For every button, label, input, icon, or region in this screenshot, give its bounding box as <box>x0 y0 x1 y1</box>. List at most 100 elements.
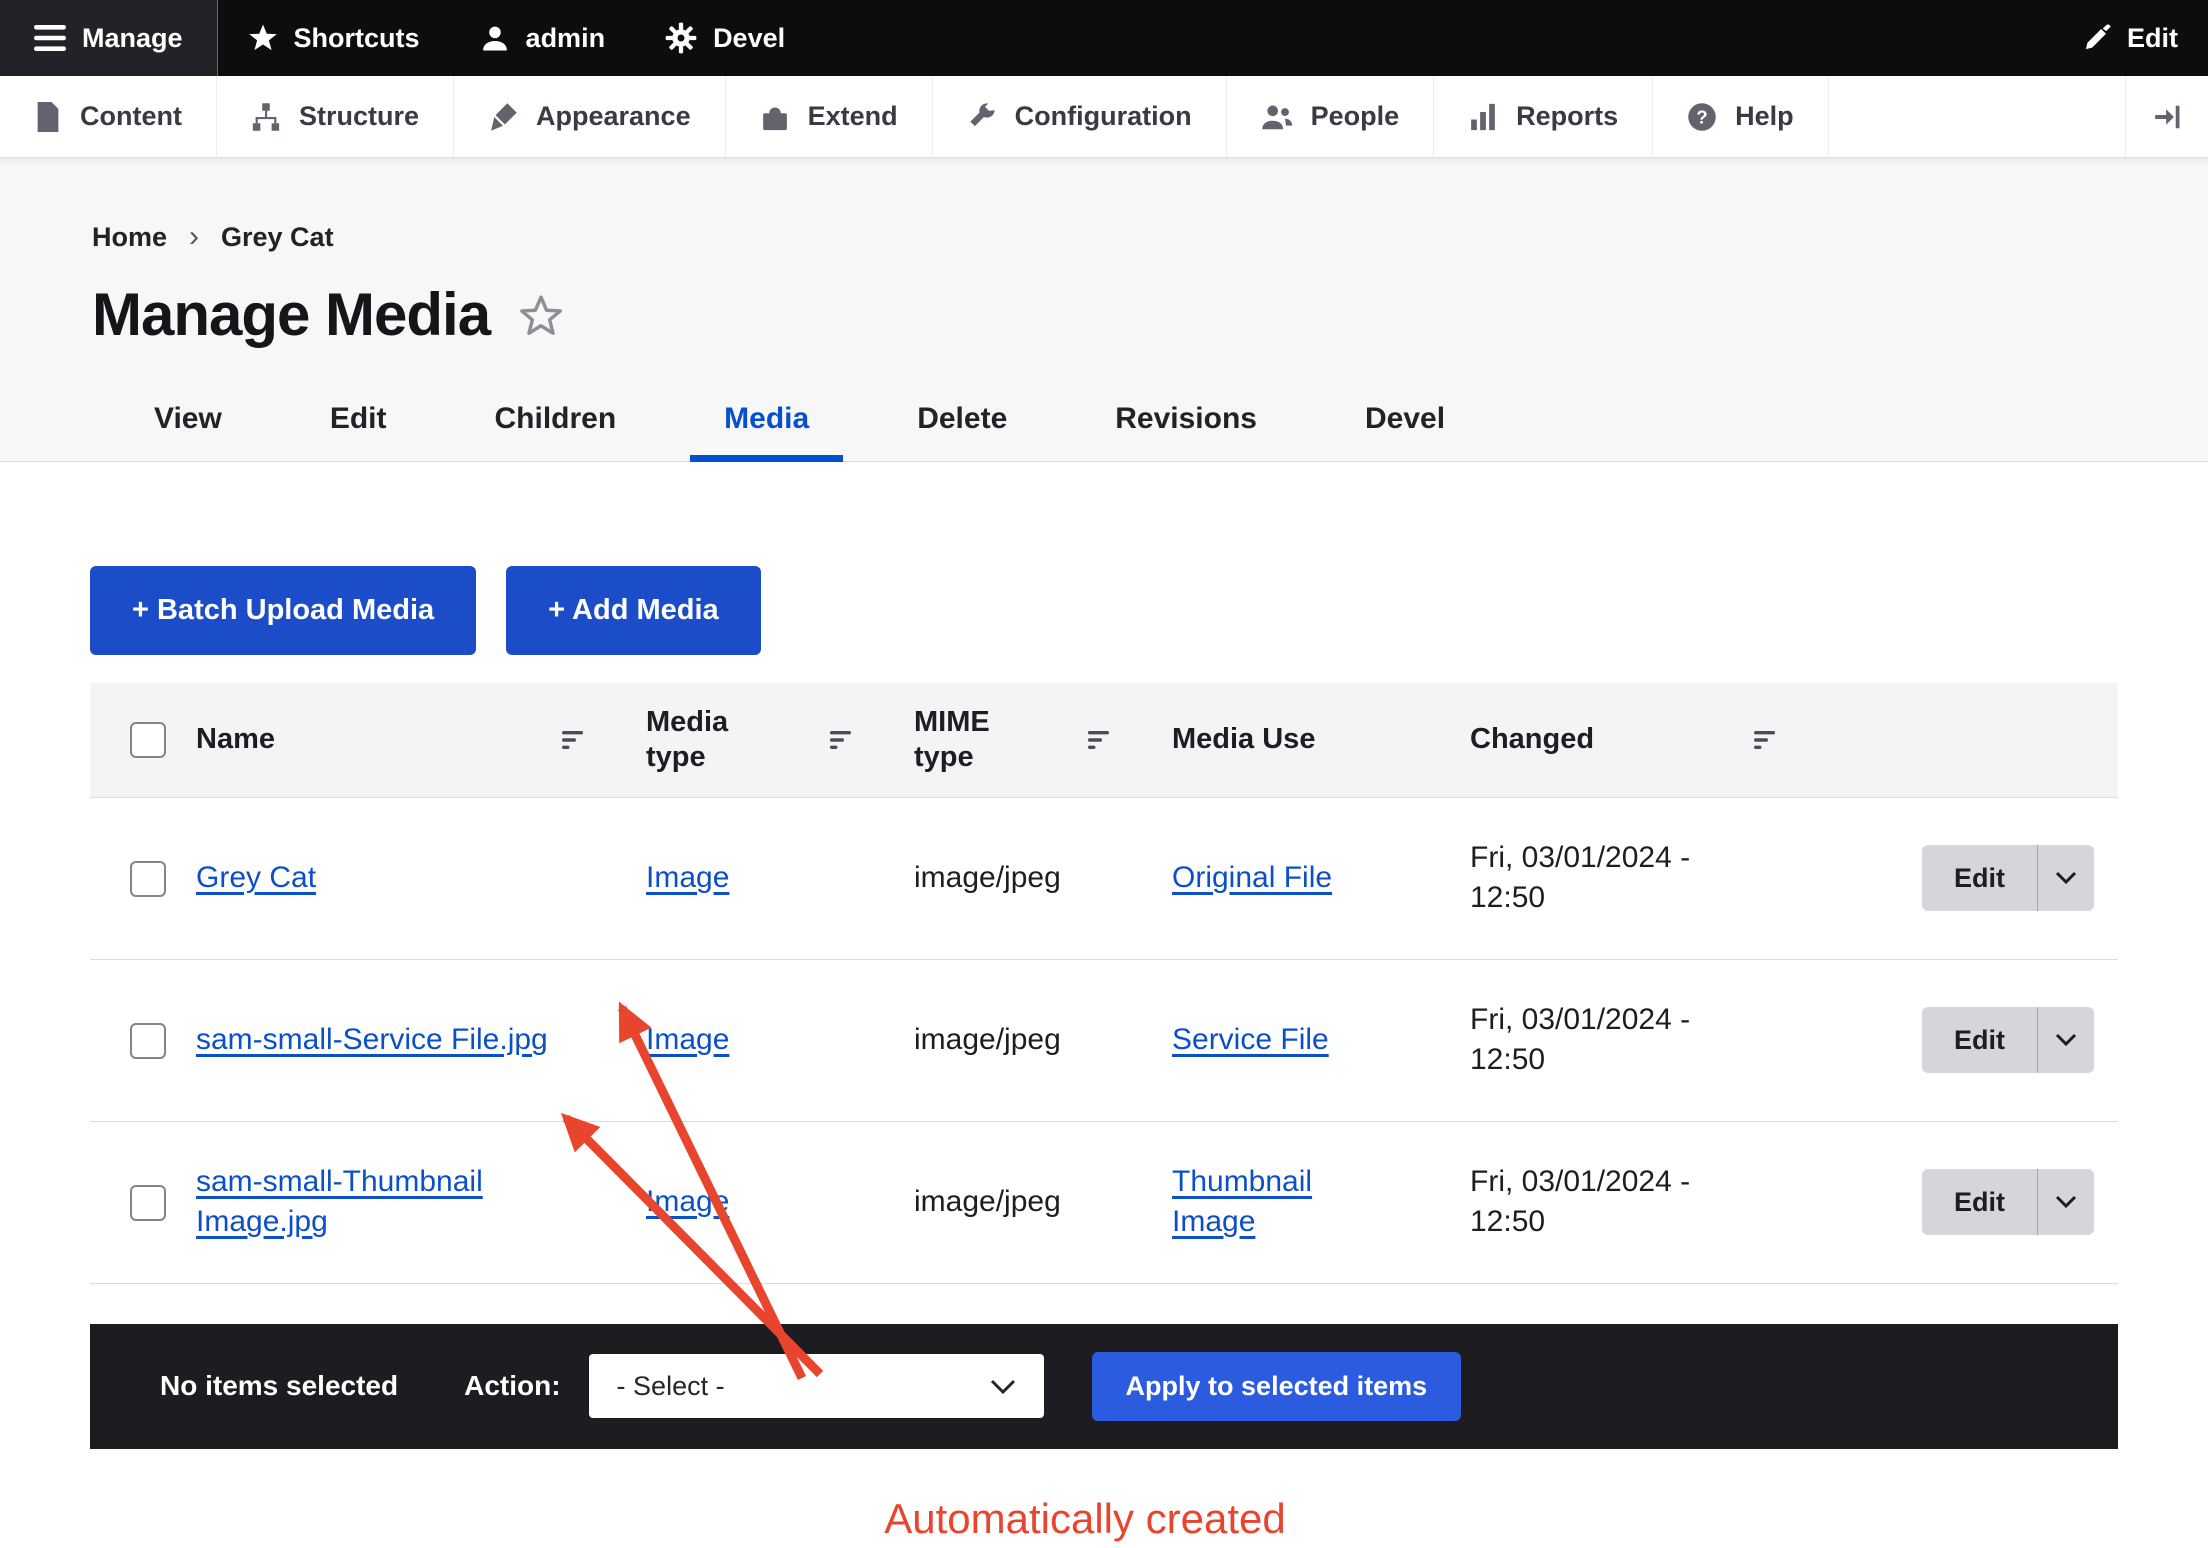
chevron-down-icon[interactable] <box>2037 845 2094 911</box>
sort-icon[interactable] <box>1754 728 1778 752</box>
svg-text:?: ? <box>1696 106 1707 127</box>
media-name-link[interactable]: Grey Cat <box>196 858 316 899</box>
action-select-value: - Select - <box>617 1371 725 1402</box>
devel-label: Devel <box>713 23 785 54</box>
mime-type-cell: image/jpeg <box>896 959 1154 1121</box>
annotation: Automatically created (FITS missing due … <box>610 1493 1560 1548</box>
menu-item-reports[interactable]: Reports <box>1434 76 1653 157</box>
column-header-mime-type: MIME type <box>914 705 1018 775</box>
breadcrumb-separator: › <box>189 220 199 254</box>
admin-toolbar-edit[interactable]: Edit <box>2053 0 2208 76</box>
puzzle-icon <box>760 102 790 132</box>
chevron-down-icon <box>990 1371 1016 1402</box>
column-header-media-type: Media type <box>646 705 750 775</box>
mime-type-cell: image/jpeg <box>896 1121 1154 1283</box>
menu-item-label: Configuration <box>1015 101 1192 132</box>
tab-edit[interactable]: Edit <box>296 390 421 462</box>
paintbrush-icon <box>488 102 518 132</box>
media-name-link[interactable]: sam-small-Service File.jpg <box>196 1020 548 1061</box>
edit-button[interactable]: Edit <box>1922 1007 2094 1073</box>
tab-bar: View Edit Children Media Delete Revision… <box>0 390 2208 462</box>
changed-cell: Fri, 03/01/2024 - 12:50 <box>1452 959 1820 1121</box>
manage-media-page: Manage Shortcuts admin <box>0 0 2208 1548</box>
menu-item-label: Extend <box>808 101 898 132</box>
sitemap-icon <box>251 102 281 132</box>
shortcuts-label: Shortcuts <box>294 23 420 54</box>
favorite-star-icon[interactable] <box>518 293 564 344</box>
changed-cell: Fri, 03/01/2024 - 12:50 <box>1452 1121 1820 1283</box>
breadcrumb-home-link[interactable]: Home <box>92 222 167 253</box>
sort-icon[interactable] <box>830 728 854 752</box>
people-icon <box>1261 102 1293 132</box>
menu-item-label: People <box>1311 101 1400 132</box>
menu-item-content[interactable]: Content <box>0 76 217 157</box>
tab-media[interactable]: Media <box>690 390 843 462</box>
row-checkbox[interactable] <box>130 1023 166 1059</box>
user-icon <box>480 23 510 53</box>
admin-menu-bar: Content Structure Appearance Extend Conf… <box>0 76 2208 158</box>
help-icon: ? <box>1687 102 1717 132</box>
column-header-name: Name <box>196 722 275 757</box>
admin-toolbar-user[interactable]: admin <box>450 0 636 76</box>
bar-chart-icon <box>1468 102 1498 132</box>
admin-toolbar: Manage Shortcuts admin <box>0 0 2208 76</box>
admin-toolbar-shortcuts[interactable]: Shortcuts <box>218 0 450 76</box>
menu-item-label: Reports <box>1516 101 1618 132</box>
menu-item-label: Content <box>80 101 182 132</box>
chevron-down-icon[interactable] <box>2037 1007 2094 1073</box>
media-use-link[interactable]: Original File <box>1172 858 1332 899</box>
row-checkbox[interactable] <box>130 1185 166 1221</box>
menu-item-label: Structure <box>299 101 419 132</box>
apply-to-selected-button[interactable]: Apply to selected items <box>1092 1352 1462 1421</box>
tab-devel[interactable]: Devel <box>1331 390 1479 462</box>
mime-type-cell: image/jpeg <box>896 797 1154 959</box>
menu-item-label: Appearance <box>536 101 691 132</box>
menu-item-structure[interactable]: Structure <box>217 76 454 157</box>
tab-delete[interactable]: Delete <box>883 390 1041 462</box>
bulk-actions-bar: No items selected Action: - Select - App… <box>90 1324 2118 1449</box>
media-use-link[interactable]: Thumbnail Image <box>1172 1162 1376 1243</box>
batch-upload-media-button[interactable]: + Batch Upload Media <box>90 566 476 655</box>
menu-item-label: Help <box>1735 101 1794 132</box>
collapse-toolbar-icon[interactable] <box>2125 76 2208 157</box>
changed-cell: Fri, 03/01/2024 - 12:50 <box>1452 797 1820 959</box>
media-name-link[interactable]: sam-small-Thumbnail Image.jpg <box>196 1162 598 1243</box>
username-label: admin <box>526 23 606 54</box>
media-type-link[interactable]: Image <box>646 1185 729 1218</box>
admin-toolbar-manage[interactable]: Manage <box>0 0 218 76</box>
menu-item-help[interactable]: ? Help <box>1653 76 1829 157</box>
add-media-button[interactable]: + Add Media <box>506 566 761 655</box>
action-select[interactable]: - Select - <box>589 1354 1044 1418</box>
edit-button[interactable]: Edit <box>1922 845 2094 911</box>
annotation-title: Automatically created <box>610 1493 1560 1545</box>
select-all-checkbox[interactable] <box>130 722 166 758</box>
tab-revisions[interactable]: Revisions <box>1081 390 1291 462</box>
media-type-link[interactable]: Image <box>646 1023 729 1056</box>
star-icon <box>248 23 278 53</box>
admin-toolbar-devel[interactable]: Devel <box>635 0 815 76</box>
pencil-icon <box>2083 24 2111 52</box>
chevron-down-icon[interactable] <box>2037 1169 2094 1235</box>
media-table: Name Media type MIME type Media Use Chan… <box>90 683 2118 1284</box>
row-checkbox[interactable] <box>130 861 166 897</box>
document-icon <box>34 102 62 132</box>
tab-view[interactable]: View <box>120 390 256 462</box>
sort-icon[interactable] <box>562 728 586 752</box>
menu-item-appearance[interactable]: Appearance <box>454 76 726 157</box>
edit-button[interactable]: Edit <box>1922 1169 2094 1235</box>
table-row: sam-small-Thumbnail Image.jpg Image imag… <box>90 1121 2118 1283</box>
menu-spacer <box>1829 76 2125 157</box>
menu-item-people[interactable]: People <box>1227 76 1435 157</box>
page-header: Home › Grey Cat Manage Media View Edit C… <box>0 158 2208 462</box>
menu-item-extend[interactable]: Extend <box>726 76 933 157</box>
media-use-link[interactable]: Service File <box>1172 1020 1329 1061</box>
breadcrumb: Home › Grey Cat <box>0 220 2208 254</box>
manage-label: Manage <box>82 23 183 54</box>
tab-children[interactable]: Children <box>461 390 651 462</box>
edit-mode-label: Edit <box>2127 23 2178 54</box>
sort-icon[interactable] <box>1088 728 1112 752</box>
menu-item-configuration[interactable]: Configuration <box>933 76 1227 157</box>
action-label: Action: <box>464 1370 560 1402</box>
table-row: sam-small-Service File.jpg Image image/j… <box>90 959 2118 1121</box>
media-type-link[interactable]: Image <box>646 861 729 894</box>
